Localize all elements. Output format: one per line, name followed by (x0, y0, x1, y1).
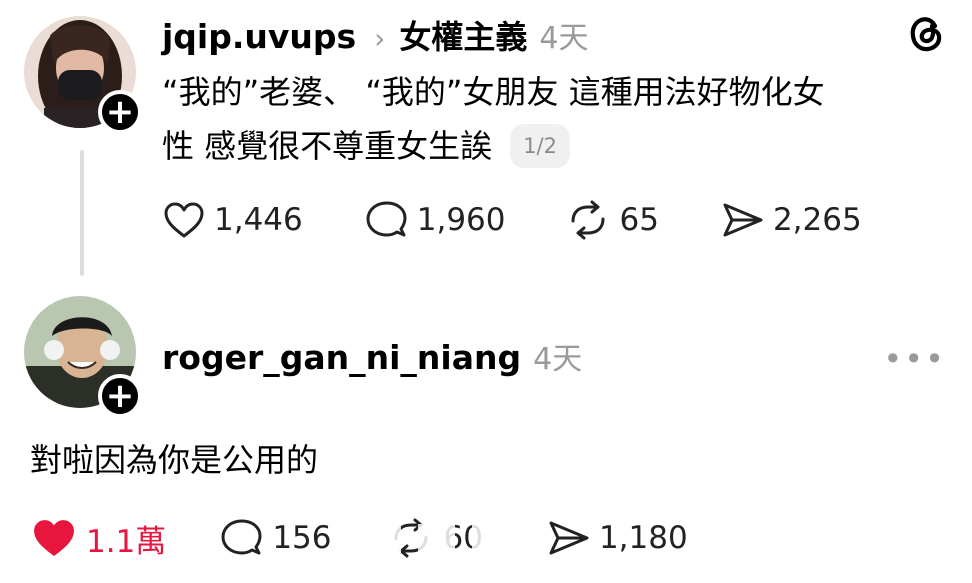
reply-comment-count: 156 (272, 520, 332, 556)
post-text-line2: 性 感覺很不尊重女生誒 (162, 127, 493, 165)
post-text: “我的”老婆、 “我的”女朋友 這種用法好物化女 性 感覺很不尊重女生誒 1/2 (162, 72, 825, 168)
post-username[interactable]: jqip.uvups (162, 17, 356, 56)
reply-time: 4天 (533, 342, 583, 377)
watermark-overlay (356, 522, 490, 556)
comment-count: 1,960 (416, 202, 506, 238)
share-count: 2,265 (772, 202, 862, 238)
post-topic[interactable]: 女權主義 (399, 12, 527, 58)
reply-like-count: 1.1萬 (86, 523, 167, 560)
repost-icon (564, 199, 612, 241)
post-actions: 1,446 1,960 65 2,265 (162, 200, 922, 240)
reply-comment-button[interactable]: 156 (218, 517, 331, 559)
post-time: 4天 (539, 21, 589, 56)
send-icon (719, 200, 765, 240)
comment-bubble-icon (363, 199, 409, 241)
reply-follow-button[interactable]: + (98, 374, 142, 418)
repost-count: 65 (619, 202, 659, 238)
reply-send-icon (545, 518, 591, 558)
reply-username[interactable]: roger_gan_ni_niang (162, 338, 521, 377)
heart-filled-icon (30, 517, 78, 559)
reply-share-button[interactable]: 1,180 (545, 518, 688, 558)
like-button[interactable]: 1,446 (162, 200, 303, 240)
share-button[interactable]: 2,265 (719, 200, 862, 240)
repost-button[interactable]: 65 (564, 199, 659, 241)
like-count: 1,446 (214, 202, 303, 238)
reply-share-count: 1,180 (598, 520, 688, 556)
chevron-right-icon: › (374, 22, 386, 55)
thread-line (80, 150, 84, 276)
reply-comment-icon (218, 517, 264, 559)
heart-icon (162, 200, 206, 240)
post-header: jqip.uvups › 女權主義 4天 (162, 12, 588, 58)
post-text-line1: “我的”老婆、 “我的”女朋友 這種用法好物化女 (162, 73, 825, 111)
reply-like-button[interactable]: 1.1萬 (30, 516, 166, 561)
reply-header: roger_gan_ni_niang 4天 (162, 334, 582, 378)
follow-button[interactable]: + (98, 90, 142, 134)
comment-button[interactable]: 1,960 (363, 199, 506, 241)
page-badge: 1/2 (510, 124, 570, 168)
more-options-icon[interactable]: ••• (883, 340, 946, 378)
threads-logo-icon[interactable] (906, 14, 946, 58)
reply-text: 對啦因為你是公用的 (30, 441, 319, 479)
